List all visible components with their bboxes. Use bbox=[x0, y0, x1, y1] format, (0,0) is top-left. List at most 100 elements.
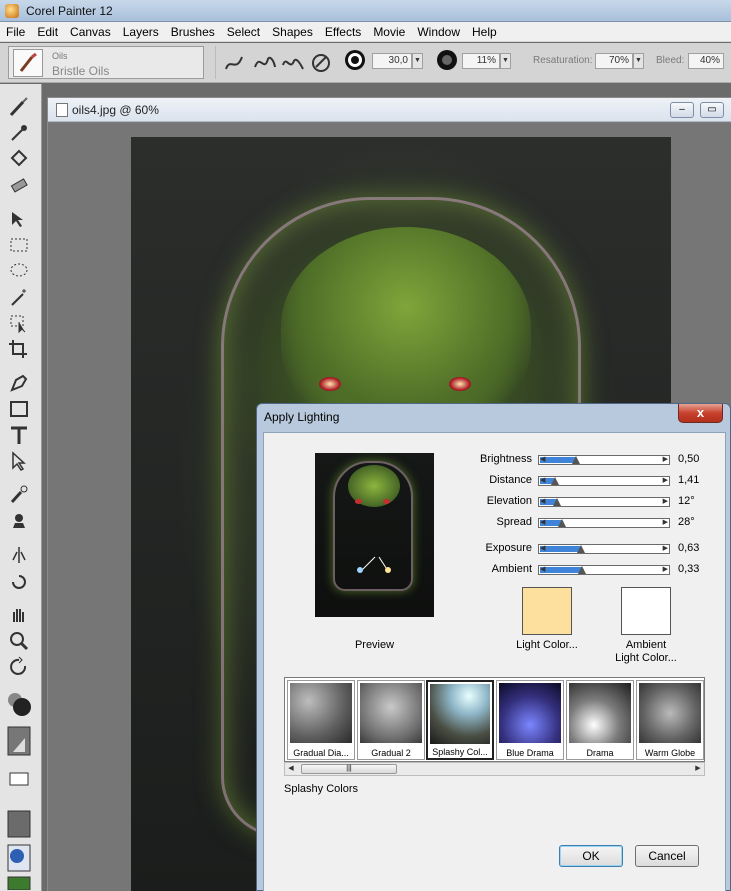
cancel-button[interactable]: Cancel bbox=[635, 845, 699, 867]
minimize-button[interactable]: – bbox=[670, 102, 694, 118]
gradients-selector-icon[interactable] bbox=[7, 844, 31, 872]
resaturation-field[interactable]: 70% bbox=[595, 53, 633, 69]
preset-gradual-2[interactable]: Gradual 2 bbox=[357, 680, 425, 760]
opacity-dropdown[interactable]: ▼ bbox=[500, 53, 511, 69]
ok-button[interactable]: OK bbox=[559, 845, 623, 867]
slider-thumb[interactable] bbox=[553, 498, 561, 506]
slider-left-arrow-icon[interactable]: ◀ bbox=[540, 477, 545, 485]
screen-mode-icon[interactable] bbox=[7, 768, 31, 790]
resaturation-dropdown[interactable]: ▼ bbox=[633, 53, 644, 69]
slider-right-arrow-icon[interactable]: ▶ bbox=[663, 477, 668, 485]
menu-help[interactable]: Help bbox=[472, 25, 497, 39]
slider-track[interactable]: ◀ ▶ bbox=[538, 476, 670, 486]
grabber-hand-icon[interactable] bbox=[7, 604, 31, 626]
slider-row-distance: Distance ◀ ▶ 1,41 bbox=[454, 474, 714, 488]
slider-thumb[interactable] bbox=[577, 545, 585, 553]
scroll-right-arrow-icon[interactable]: ▶ bbox=[692, 763, 704, 775]
crop-icon[interactable] bbox=[7, 338, 31, 360]
slider-right-arrow-icon[interactable]: ▶ bbox=[663, 456, 668, 464]
menu-select[interactable]: Select bbox=[227, 25, 260, 39]
slider-track[interactable]: ◀ ▶ bbox=[538, 565, 670, 575]
selection-adjuster-icon[interactable] bbox=[7, 312, 31, 334]
slider-thumb[interactable] bbox=[578, 566, 586, 574]
slider-left-arrow-icon[interactable]: ◀ bbox=[540, 456, 545, 464]
color-swatches-icon[interactable] bbox=[7, 690, 31, 718]
kaleidoscope-icon[interactable] bbox=[7, 570, 31, 592]
slider-track[interactable]: ◀ ▶ bbox=[538, 497, 670, 507]
presets-scrollbar[interactable]: ◀ ||| ▶ bbox=[284, 762, 705, 776]
nozzle-selector-icon[interactable] bbox=[7, 876, 31, 891]
close-button[interactable]: x bbox=[678, 404, 723, 423]
paint-bucket-icon[interactable] bbox=[7, 148, 31, 170]
slider-thumb[interactable] bbox=[572, 456, 580, 464]
paper-selector-icon[interactable] bbox=[7, 726, 31, 756]
brush-ghost-icon[interactable] bbox=[308, 51, 334, 75]
brush-stroke-icon[interactable] bbox=[222, 51, 248, 75]
preset-warm-globe[interactable]: Warm Globe bbox=[636, 680, 704, 760]
slider-right-arrow-icon[interactable]: ▶ bbox=[663, 519, 668, 527]
preset-splashy-colors[interactable]: Splashy Col... bbox=[426, 680, 494, 760]
dropper-tool-icon[interactable] bbox=[7, 122, 31, 144]
pen-tool-icon[interactable] bbox=[7, 372, 31, 394]
slider-left-arrow-icon[interactable]: ◀ bbox=[540, 498, 545, 506]
brush-tool-icon[interactable] bbox=[7, 96, 31, 118]
menu-brushes[interactable]: Brushes bbox=[171, 25, 215, 39]
menu-movie[interactable]: Movie bbox=[373, 25, 405, 39]
ambient-color-swatch[interactable] bbox=[621, 587, 671, 635]
slider-value: 1,41 bbox=[678, 474, 700, 486]
rotate-page-icon[interactable] bbox=[7, 656, 31, 678]
rect-select-icon[interactable] bbox=[7, 234, 31, 256]
menu-effects[interactable]: Effects bbox=[325, 25, 361, 39]
mirror-paint-icon[interactable] bbox=[7, 544, 31, 566]
menu-file[interactable]: File bbox=[6, 25, 25, 39]
opacity-field[interactable]: 11% bbox=[462, 53, 500, 69]
slider-left-arrow-icon[interactable]: ◀ bbox=[540, 566, 545, 574]
text-tool-icon[interactable] bbox=[7, 424, 31, 446]
size-dropdown[interactable]: ▼ bbox=[412, 53, 423, 69]
shape-selection-icon[interactable] bbox=[7, 450, 31, 472]
document-icon bbox=[56, 103, 68, 117]
scrollbar-thumb[interactable]: ||| bbox=[301, 764, 397, 774]
scroll-left-arrow-icon[interactable]: ◀ bbox=[285, 763, 297, 775]
maximize-button[interactable]: ▭ bbox=[700, 102, 724, 118]
magnifier-icon[interactable] bbox=[7, 630, 31, 652]
slider-right-arrow-icon[interactable]: ▶ bbox=[663, 498, 668, 506]
slider-right-arrow-icon[interactable]: ▶ bbox=[663, 566, 668, 574]
menu-layers[interactable]: Layers bbox=[123, 25, 159, 39]
menu-canvas[interactable]: Canvas bbox=[70, 25, 111, 39]
preset-drama[interactable]: Drama bbox=[566, 680, 634, 760]
light-handle-1[interactable] bbox=[357, 567, 363, 573]
patterns-selector-icon[interactable] bbox=[7, 810, 31, 838]
stroke-loop-icon[interactable] bbox=[280, 51, 306, 75]
slider-track[interactable]: ◀ ▶ bbox=[538, 518, 670, 528]
rectangle-shape-icon[interactable] bbox=[7, 398, 31, 420]
slider-row-brightness: Brightness ◀ ▶ 0,50 bbox=[454, 453, 714, 467]
ambient-color-label[interactable]: Ambient Light Color... bbox=[596, 639, 696, 665]
light-color-label[interactable]: Light Color... bbox=[497, 639, 597, 652]
slider-thumb[interactable] bbox=[558, 519, 566, 527]
light-color-swatch[interactable] bbox=[522, 587, 572, 635]
slider-thumb[interactable] bbox=[551, 477, 559, 485]
stroke-curve-icon[interactable] bbox=[252, 51, 278, 75]
lighting-preview[interactable] bbox=[315, 453, 434, 617]
magic-wand-icon[interactable] bbox=[7, 286, 31, 308]
slider-track[interactable]: ◀ ▶ bbox=[538, 544, 670, 554]
cloner-icon[interactable] bbox=[7, 484, 31, 506]
menu-edit[interactable]: Edit bbox=[37, 25, 58, 39]
rubber-stamp-icon[interactable] bbox=[7, 510, 31, 532]
bleed-field[interactable]: 40% bbox=[688, 53, 724, 69]
brush-selector[interactable]: Oils Bristle Oils bbox=[8, 46, 204, 79]
slider-left-arrow-icon[interactable]: ◀ bbox=[540, 519, 545, 527]
lasso-icon[interactable] bbox=[7, 260, 31, 282]
menu-shapes[interactable]: Shapes bbox=[272, 25, 313, 39]
slider-track[interactable]: ◀ ▶ bbox=[538, 455, 670, 465]
size-field[interactable]: 30,0 bbox=[372, 53, 412, 69]
eraser-tool-icon[interactable] bbox=[7, 174, 31, 196]
slider-right-arrow-icon[interactable]: ▶ bbox=[663, 545, 668, 553]
preset-gradual-diagonal[interactable]: Gradual Dia... bbox=[287, 680, 355, 760]
layer-adjuster-icon[interactable] bbox=[7, 208, 31, 230]
slider-left-arrow-icon[interactable]: ◀ bbox=[540, 545, 545, 553]
preset-blue-drama[interactable]: Blue Drama bbox=[496, 680, 564, 760]
light-handle-2[interactable] bbox=[385, 567, 391, 573]
menu-window[interactable]: Window bbox=[417, 25, 460, 39]
